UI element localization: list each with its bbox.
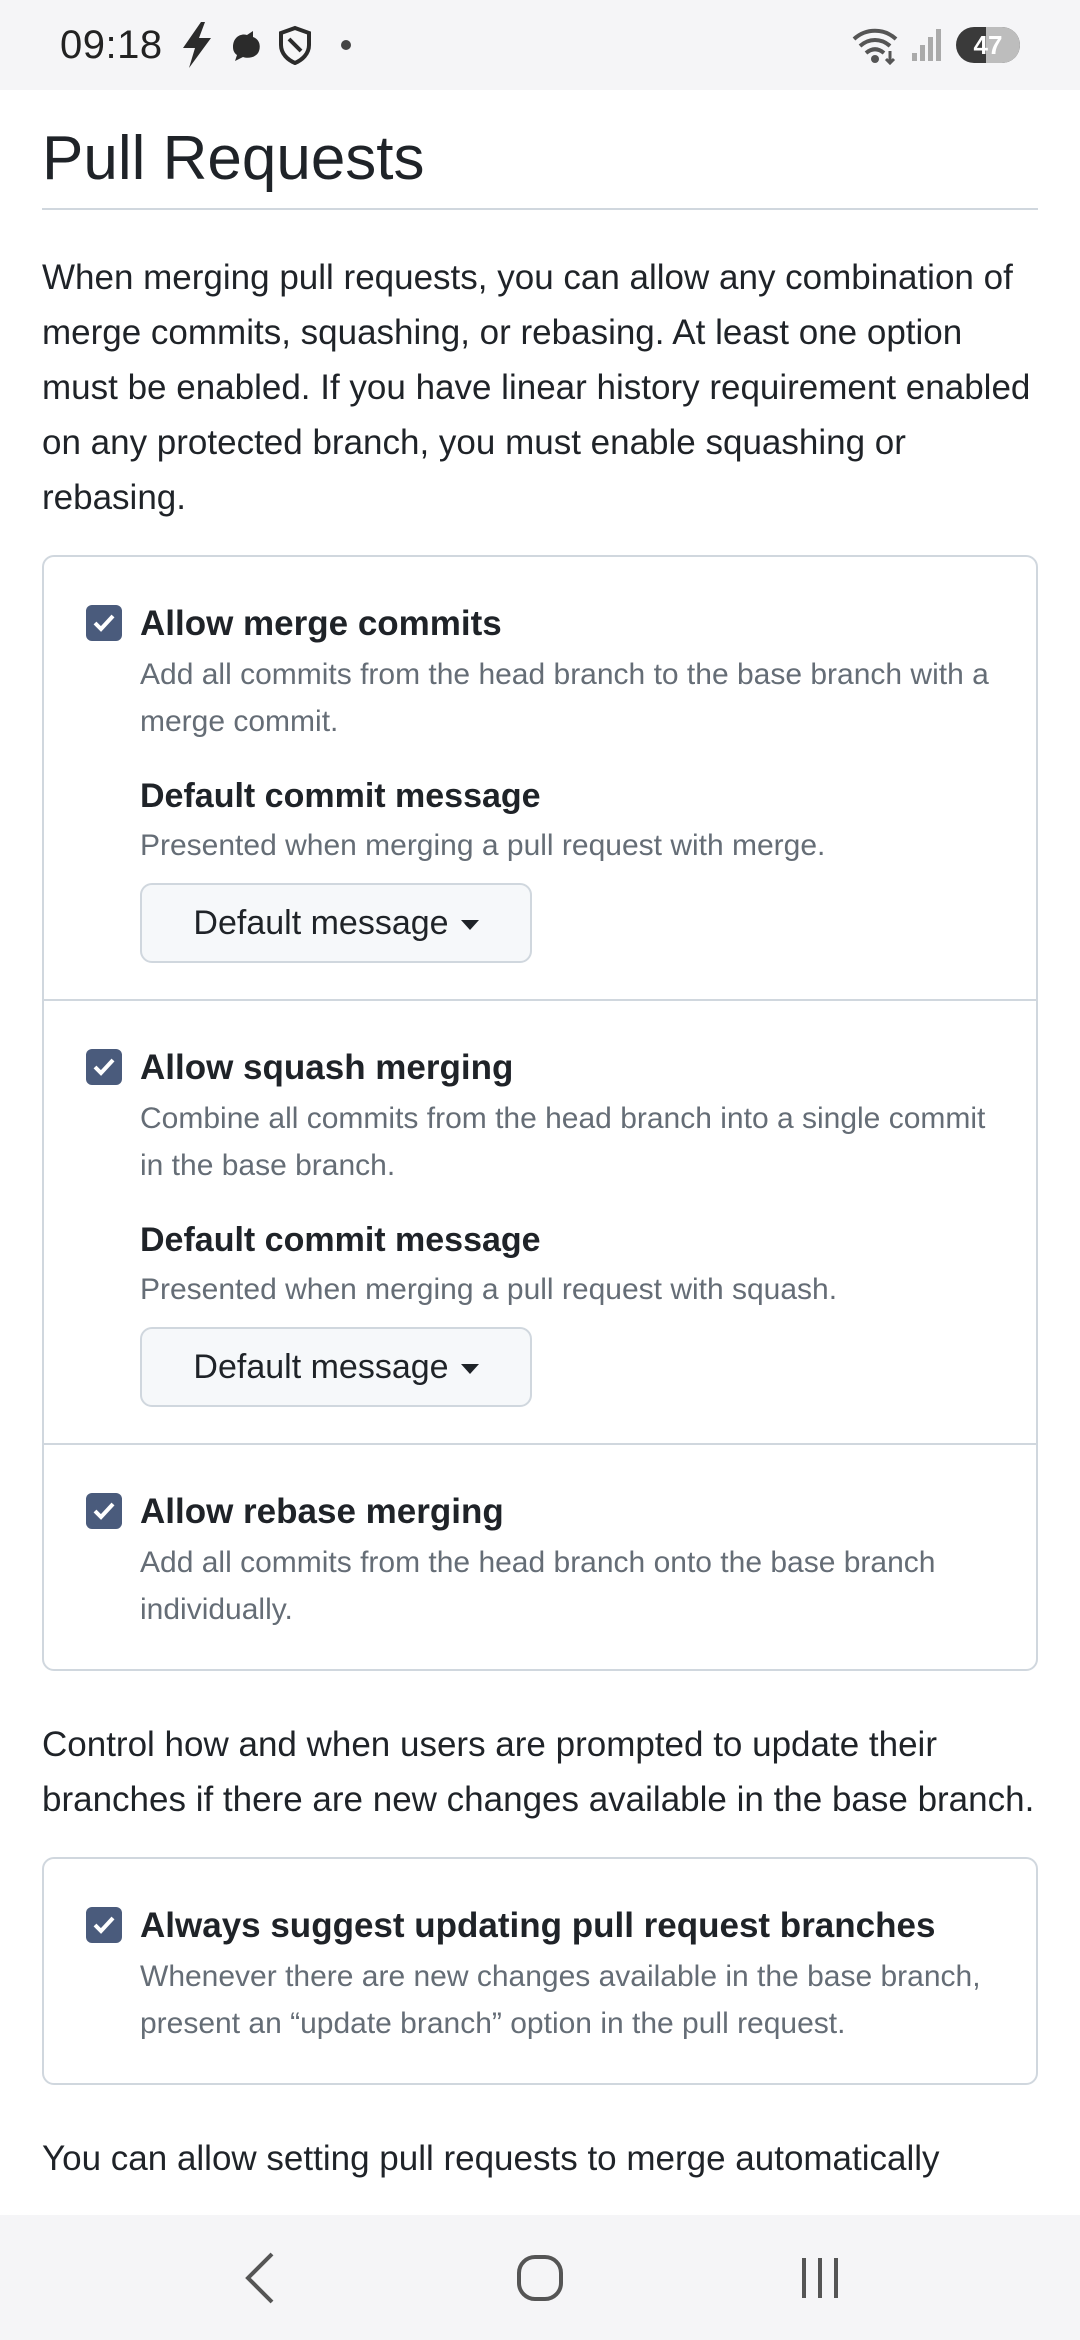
back-button[interactable] [210,2238,310,2318]
option-squash-merging: Allow squash merging Combine all commits… [44,999,1036,1443]
squash-merging-label[interactable]: Allow squash merging [140,1045,994,1091]
squash-default-message-dropdown[interactable]: Default message [140,1327,532,1407]
squash-merging-description: Combine all commits from the head branch… [140,1102,986,1182]
suggest-updating-checkbox[interactable] [86,1907,122,1943]
checkmark-icon [93,1058,115,1076]
recents-icon [802,2257,838,2298]
suggest-updating-description: Whenever there are new changes available… [140,1960,981,2040]
recents-button[interactable] [770,2238,870,2318]
option-rebase-merging: Allow rebase merging Add all commits fro… [44,1443,1036,1669]
dropdown-value: Default message [193,1347,449,1386]
merge-default-message-title: Default commit message [140,777,541,815]
checkmark-icon [93,614,115,632]
rebase-merging-checkbox[interactable] [86,1493,122,1529]
signal-icon [912,29,941,61]
rebase-merging-description: Add all commits from the head branch ont… [140,1546,936,1626]
squash-merging-checkbox[interactable] [86,1049,122,1085]
merge-options-box: Allow merge commits Add all commits from… [42,555,1038,1671]
shield-icon [278,25,311,65]
status-notification-icons [177,20,351,70]
squash-default-message-title: Default commit message [140,1221,541,1259]
home-icon [517,2254,563,2301]
battery-level: 47 [973,29,1003,60]
wifi-icon [852,28,898,65]
update-branch-intro-text: Control how and when users are prompted … [42,1725,1035,1819]
page-title: Pull Requests [42,90,1038,210]
merge-commits-label[interactable]: Allow merge commits [140,601,994,647]
settings-content[interactable]: Pull Requests When merging pull requests… [0,90,1080,2215]
merge-intro-text: When merging pull requests, you can allo… [42,258,1031,517]
back-icon [245,2252,274,2303]
caret-down-icon [460,920,479,930]
rebase-merging-label[interactable]: Allow rebase merging [140,1489,994,1535]
dropdown-value: Default message [193,903,449,942]
more-notifications-dot [340,40,351,50]
squash-default-message-description: Presented when merging a pull request wi… [140,1273,838,1306]
status-time: 09:18 [60,22,163,67]
checkmark-icon [93,1916,115,1934]
merge-default-message-dropdown[interactable]: Default message [140,883,532,963]
merge-commits-description: Add all commits from the head branch to … [140,658,989,738]
status-bar: 09:18 47 [0,0,1080,90]
option-merge-commits: Allow merge commits Add all commits from… [44,557,1036,999]
auto-merge-intro-text: You can allow setting pull requests to m… [42,2139,940,2178]
suggest-updating-label[interactable]: Always suggest updating pull request bra… [140,1903,994,1949]
home-button[interactable] [490,2238,590,2318]
option-suggest-updating: Always suggest updating pull request bra… [44,1859,1036,2083]
merge-default-message-description: Presented when merging a pull request wi… [140,829,826,862]
bird-icon [232,31,260,61]
bolt-icon [182,22,211,68]
caret-down-icon [460,1364,479,1374]
status-system-icons: 47 [850,25,1020,65]
navigation-bar [0,2215,1080,2340]
battery-icon: 47 [956,27,1020,63]
merge-commits-checkbox[interactable] [86,605,122,641]
update-branch-box: Always suggest updating pull request bra… [42,1857,1038,2085]
checkmark-icon [93,1502,115,1520]
